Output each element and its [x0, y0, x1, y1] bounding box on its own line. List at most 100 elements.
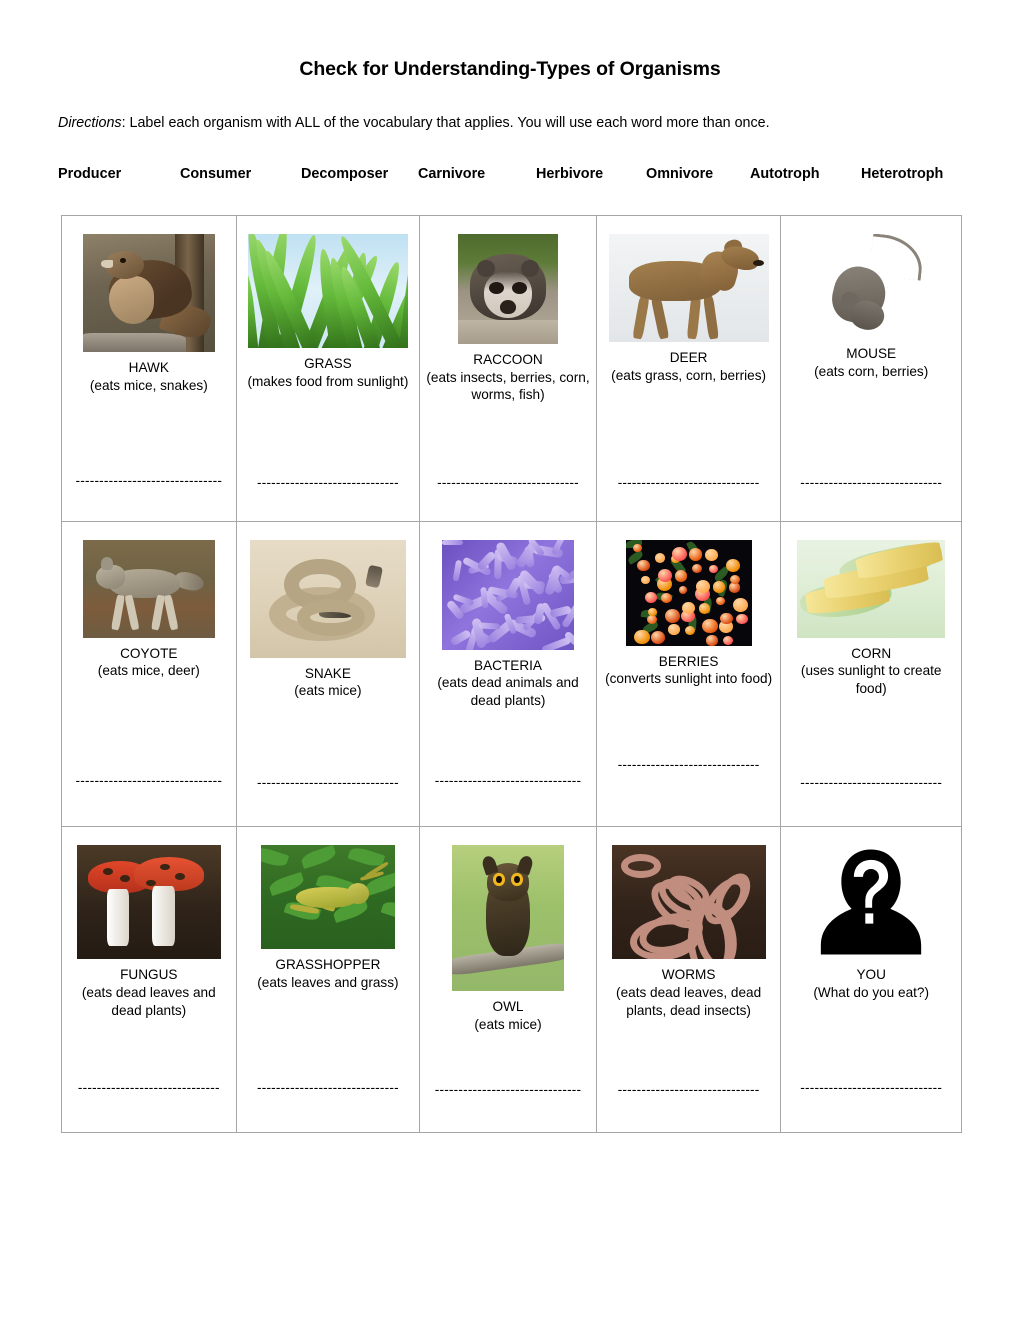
- vocab-word-heterotroph: Heterotroph: [861, 166, 944, 182]
- hawk-image: [82, 234, 215, 352]
- grasshopper-photo-art: [260, 845, 395, 950]
- organism-caption: BERRIES (converts sunlight into food): [603, 653, 775, 688]
- vocab-word-consumer: Consumer: [180, 166, 252, 182]
- table-row: COYOTE (eats mice, deer) -----------------…: [62, 521, 961, 828]
- answer-blank-line[interactable]: ------------------------------: [243, 774, 414, 792]
- snake-photo-art: [249, 539, 406, 658]
- answer-blank-line[interactable]: ------------------------------: [603, 474, 775, 492]
- vocab-word-decomposer: Decomposer: [301, 166, 389, 182]
- organism-name: OWL: [492, 999, 524, 1015]
- organism-caption: RACCOON (eats insects, berries, corn, wor…: [426, 351, 590, 404]
- organism-cell-corn: CORN (uses sunlight to create food) ------…: [781, 522, 961, 827]
- coyote-image: [82, 539, 215, 638]
- organism-cell-fungus: FUNGUS (eats dead leaves and dead plants)…: [62, 827, 237, 1133]
- organism-name: CORN: [851, 645, 892, 661]
- organism-description: (eats leaves and grass): [257, 975, 399, 991]
- cell-content: WORMS (eats dead leaves, dead plants, dea…: [597, 827, 781, 1019]
- organism-description: (converts sunlight into food): [605, 671, 773, 687]
- organism-description: (eats mice): [294, 683, 362, 699]
- organism-description: (eats insects, berries, corn, worms, fis…: [426, 369, 590, 403]
- organism-description: (eats grass, corn, berries): [611, 367, 767, 383]
- grasshopper-image: [260, 845, 395, 950]
- corn-photo-art: [797, 539, 946, 638]
- raccoon-photo-art: [458, 234, 558, 344]
- organism-description: (eats mice): [474, 1017, 542, 1033]
- cell-content: OWL (eats mice): [420, 827, 596, 1033]
- organism-caption: OWL (eats mice): [426, 998, 590, 1033]
- organism-caption: COYOTE (eats mice, deer): [68, 645, 230, 680]
- answer-blank-line[interactable]: -------------------------------: [426, 772, 590, 790]
- organism-cell-grass: GRASS (makes food from sunlight) ---------…: [237, 216, 421, 521]
- organism-caption: GRASS (makes food from sunlight): [243, 355, 414, 390]
- organism-description: (eats dead leaves and dead plants): [81, 985, 216, 1018]
- organism-caption: WORMS (eats dead leaves, dead plants, dea…: [603, 966, 775, 1019]
- organism-caption: CORN (uses sunlight to create food): [787, 645, 955, 698]
- organism-cell-coyote: COYOTE (eats mice, deer) -----------------…: [62, 521, 237, 827]
- directions-body: : Label each organism with ALL of the vo…: [121, 115, 770, 131]
- organism-cell-snake: SNAKE (eats mice) ------------------------…: [237, 521, 421, 827]
- cell-content: RACCOON (eats insects, berries, corn, wor…: [420, 216, 596, 404]
- bacteria-image: [442, 539, 574, 650]
- you-image: [812, 845, 931, 960]
- answer-blank-line[interactable]: ------------------------------: [243, 1079, 414, 1097]
- snake-image: [249, 539, 406, 658]
- vocabulary-word-bank: Producer Consumer Decomposer Carnivore Herbi…: [58, 166, 963, 186]
- organism-description: (eats corn, berries): [814, 363, 929, 379]
- organism-cell-deer: DEER (eats grass, corn, berries) ---------…: [597, 216, 782, 521]
- owl-photo-art: [452, 845, 564, 992]
- organism-description: (makes food from sunlight): [247, 373, 409, 389]
- organism-name: WORMS: [661, 967, 716, 983]
- vocab-word-omnivore: Omnivore: [646, 166, 714, 182]
- answer-blank-line[interactable]: ------------------------------: [426, 474, 590, 492]
- vocab-word-carnivore: Carnivore: [418, 166, 486, 182]
- organism-name: YOU: [856, 967, 886, 983]
- worms-image: [611, 845, 766, 960]
- grass-photo-art: [247, 234, 408, 348]
- answer-blank-line[interactable]: ------------------------------: [68, 1079, 230, 1097]
- table-row: FUNGUS (eats dead leaves and dead plants)…: [62, 827, 961, 1133]
- mouse-image: [812, 234, 931, 338]
- cell-content: MOUSE (eats corn, berries): [781, 216, 961, 380]
- corn-image: [797, 539, 946, 638]
- coyote-photo-art: [82, 539, 215, 638]
- cell-content: SNAKE (eats mice): [237, 522, 420, 700]
- organism-name: BACTERIA: [474, 657, 542, 673]
- answer-blank-line[interactable]: ------------------------------: [787, 1079, 955, 1097]
- organism-name: FUNGUS: [120, 967, 178, 983]
- person-question-icon: [821, 849, 922, 955]
- answer-blank-line[interactable]: ------------------------------: [243, 474, 414, 492]
- organism-name: BERRIES: [658, 653, 719, 669]
- organism-cell-bacteria: BACTERIA (eats dead animals and dead plan…: [420, 521, 597, 827]
- cell-content: BACTERIA (eats dead animals and dead plan…: [420, 522, 596, 710]
- organism-cell-mouse: MOUSE (eats corn, berries) ---------------…: [781, 216, 961, 521]
- organism-name: HAWK: [128, 360, 169, 375]
- organism-name: COYOTE: [120, 645, 178, 661]
- answer-blank-line[interactable]: ------------------------------: [787, 774, 955, 792]
- bacteria-photo-art: [442, 539, 574, 650]
- cell-content: YOU (What do you eat?): [781, 827, 961, 1001]
- answer-blank-line[interactable]: ------------------------------: [787, 474, 955, 492]
- organism-name: RACCOON: [473, 352, 543, 367]
- answer-blank-line[interactable]: ------------------------------: [603, 1081, 775, 1099]
- organism-name: GRASSHOPPER: [275, 957, 381, 973]
- cell-content: DEER (eats grass, corn, berries): [597, 216, 781, 384]
- answer-blank-line[interactable]: -------------------------------: [68, 472, 230, 490]
- answer-blank-line[interactable]: -------------------------------: [68, 772, 230, 790]
- cell-content: GRASS (makes food from sunlight): [237, 216, 420, 390]
- grass-image: [247, 234, 408, 348]
- answer-blank-line[interactable]: ------------------------------: [603, 756, 775, 774]
- cell-content: COYOTE (eats mice, deer): [62, 522, 236, 680]
- deer-image: [608, 234, 769, 342]
- cell-content: CORN (uses sunlight to create food): [781, 522, 961, 698]
- mouse-photo-art: [812, 234, 931, 338]
- answer-blank-line[interactable]: -------------------------------: [426, 1081, 590, 1099]
- organism-description: (uses sunlight to create food): [800, 663, 942, 697]
- page-title: Check for Understanding-Types of Organis…: [299, 58, 721, 80]
- organism-description: (eats mice, deer): [97, 663, 200, 679]
- vocab-word-herbivore: Herbivore: [536, 166, 604, 182]
- cell-content: BERRIES (converts sunlight into food): [597, 522, 781, 688]
- organism-cell-berries: BERRIES (converts sunlight into food) ----…: [597, 521, 782, 827]
- organism-caption: FUNGUS (eats dead leaves and dead plants): [68, 966, 230, 1019]
- cell-content: GRASSHOPPER (eats leaves and grass): [237, 827, 420, 991]
- organism-caption: SNAKE (eats mice): [243, 665, 414, 700]
